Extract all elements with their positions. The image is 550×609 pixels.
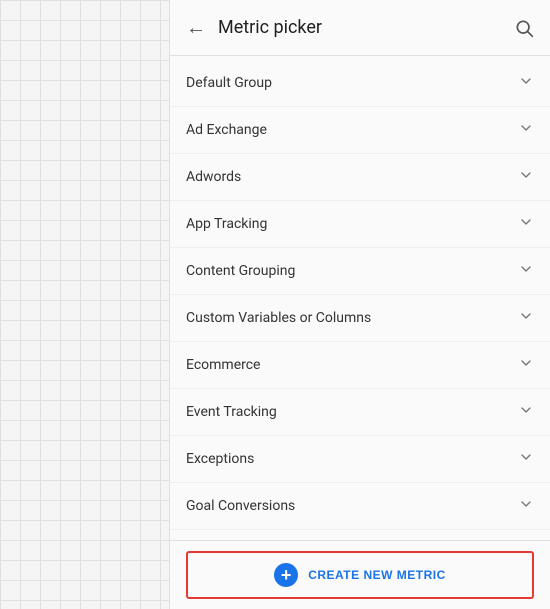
left-panel xyxy=(0,0,170,609)
list-item[interactable]: Event Tracking xyxy=(170,389,550,436)
chevron-down-icon xyxy=(518,449,534,469)
list-item[interactable]: Content Grouping xyxy=(170,248,550,295)
chevron-down-icon xyxy=(518,308,534,328)
header: ← Metric picker xyxy=(170,0,550,56)
footer: + CREATE NEW METRIC xyxy=(170,540,550,609)
menu-item-label: Ad Exchange xyxy=(186,122,267,138)
list-item[interactable]: Internal Search xyxy=(170,530,550,540)
list-item[interactable]: Ad Exchange xyxy=(170,107,550,154)
header-left: ← Metric picker xyxy=(186,15,322,40)
chevron-down-icon xyxy=(518,496,534,516)
chevron-down-icon xyxy=(518,167,534,187)
list-item[interactable]: Custom Variables or Columns xyxy=(170,295,550,342)
plus-icon: + xyxy=(274,563,298,587)
list-item[interactable]: Exceptions xyxy=(170,436,550,483)
list-item[interactable]: Default Group xyxy=(170,60,550,107)
create-new-metric-label: CREATE NEW METRIC xyxy=(308,568,446,582)
menu-item-label: Exceptions xyxy=(186,451,254,467)
menu-item-label: App Tracking xyxy=(186,216,267,232)
right-panel: ← Metric picker Default Group Ad Exchang… xyxy=(170,0,550,609)
chevron-down-icon xyxy=(518,261,534,281)
chevron-down-icon xyxy=(518,402,534,422)
back-icon[interactable]: ← xyxy=(186,15,206,40)
chevron-down-icon xyxy=(518,120,534,140)
chevron-down-icon xyxy=(518,355,534,375)
search-icon[interactable] xyxy=(514,18,534,38)
menu-item-label: Ecommerce xyxy=(186,357,260,373)
list-item[interactable]: Ecommerce xyxy=(170,342,550,389)
menu-list: Default Group Ad Exchange Adwords App Tr… xyxy=(170,56,550,540)
list-item[interactable]: Adwords xyxy=(170,154,550,201)
menu-item-label: Goal Conversions xyxy=(186,498,295,514)
menu-item-label: Custom Variables or Columns xyxy=(186,310,371,326)
menu-item-label: Content Grouping xyxy=(186,263,295,279)
menu-item-label: Adwords xyxy=(186,169,241,185)
menu-item-label: Event Tracking xyxy=(186,404,277,420)
menu-item-label: Default Group xyxy=(186,75,272,91)
chevron-down-icon xyxy=(518,214,534,234)
chevron-down-icon xyxy=(518,73,534,93)
create-new-metric-button[interactable]: + CREATE NEW METRIC xyxy=(186,551,534,599)
page-title: Metric picker xyxy=(218,17,322,38)
list-item[interactable]: Goal Conversions xyxy=(170,483,550,530)
list-item[interactable]: App Tracking xyxy=(170,201,550,248)
